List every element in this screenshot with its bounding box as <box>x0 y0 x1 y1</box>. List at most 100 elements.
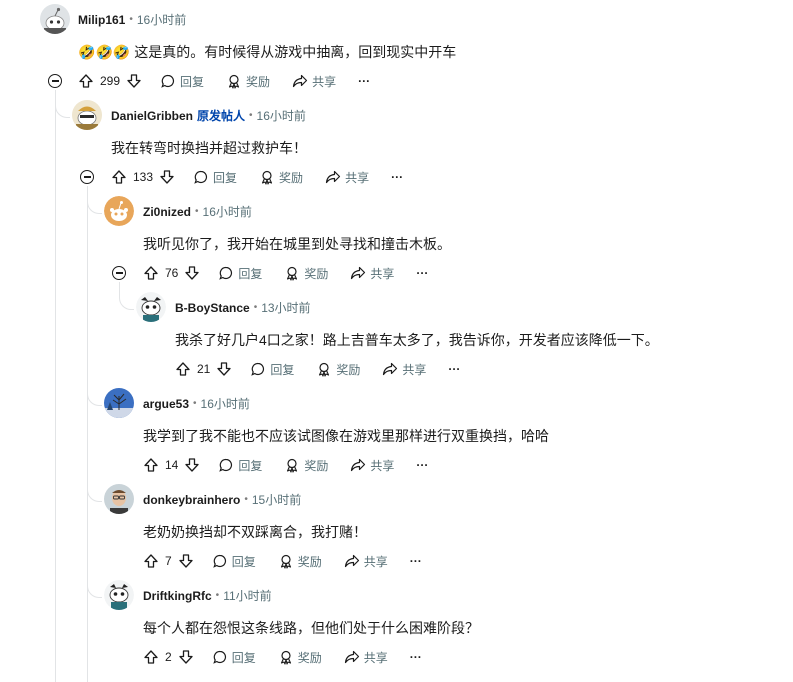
award-label: 奖励 <box>304 266 329 281</box>
share-button[interactable]: 共享 <box>350 457 394 474</box>
username[interactable]: Milip161 <box>78 13 125 27</box>
upvote-button[interactable] <box>143 265 159 281</box>
snoo-avatar-icon <box>104 196 134 226</box>
avatar[interactable] <box>104 484 134 514</box>
more-options-button[interactable]: ··· <box>416 458 428 472</box>
thread-line-level2 <box>119 282 120 296</box>
avatar[interactable] <box>104 580 134 610</box>
downvote-button[interactable] <box>178 553 194 569</box>
username[interactable]: argue53 <box>143 397 189 411</box>
thread-elbow <box>87 199 102 214</box>
more-options-button[interactable]: ··· <box>391 170 403 184</box>
share-button[interactable]: 共享 <box>344 649 388 666</box>
award-button[interactable]: 奖励 <box>259 169 303 186</box>
username[interactable]: donkeybrainhero <box>143 493 240 507</box>
share-button[interactable]: 共享 <box>292 73 336 90</box>
collapse-button[interactable] <box>80 170 94 184</box>
vote-count: 2 <box>165 650 172 664</box>
downvote-icon <box>127 74 141 88</box>
upvote-button[interactable] <box>78 73 94 89</box>
share-button[interactable]: 共享 <box>344 553 388 570</box>
downvote-button[interactable] <box>184 457 200 473</box>
reply-button[interactable]: 回复 <box>193 169 237 186</box>
more-options-button[interactable]: ··· <box>448 362 460 376</box>
vote-count: 21 <box>197 362 211 376</box>
avatar[interactable] <box>104 388 134 418</box>
upvote-button[interactable] <box>143 649 159 665</box>
share-arrow-icon <box>344 650 359 664</box>
award-button[interactable]: 奖励 <box>278 553 322 570</box>
award-label: 奖励 <box>336 362 361 377</box>
more-options-button[interactable]: ··· <box>410 650 422 664</box>
downvote-button[interactable] <box>178 649 194 665</box>
reply-label: 回复 <box>213 170 238 185</box>
award-button[interactable]: 奖励 <box>316 361 360 378</box>
upvote-icon <box>176 362 190 376</box>
award-button[interactable]: 奖励 <box>284 457 328 474</box>
share-label: 共享 <box>370 458 395 473</box>
timestamp[interactable]: 15小时前 <box>252 491 301 508</box>
username[interactable]: DriftkingRfc <box>143 589 212 603</box>
timestamp[interactable]: 16小时前 <box>203 203 252 220</box>
downvote-icon <box>185 266 200 280</box>
upvote-button[interactable] <box>143 457 159 473</box>
award-icon <box>319 362 330 377</box>
more-options-button[interactable]: ··· <box>410 554 422 568</box>
comment-meta: argue53 • 16小时前 <box>143 395 250 412</box>
username[interactable]: Zi0nized <box>143 205 191 219</box>
timestamp[interactable]: 16小时前 <box>201 395 250 412</box>
reply-button[interactable]: 回复 <box>250 361 294 378</box>
award-button[interactable]: 奖励 <box>226 73 270 90</box>
share-label: 共享 <box>402 362 427 377</box>
downvote-button[interactable] <box>159 169 175 185</box>
share-label: 共享 <box>363 650 388 665</box>
avatar[interactable] <box>40 4 70 34</box>
reply-button[interactable]: 回复 <box>212 553 256 570</box>
upvote-icon <box>144 650 158 664</box>
comment-bubble-icon <box>212 650 226 664</box>
reply-button[interactable]: 回复 <box>160 73 204 90</box>
timestamp[interactable]: 16小时前 <box>257 107 306 124</box>
award-button[interactable]: 奖励 <box>284 265 328 282</box>
share-button[interactable]: 共享 <box>382 361 426 378</box>
timestamp[interactable]: 11小时前 <box>223 587 271 604</box>
timestamp[interactable]: 13小时前 <box>261 299 310 316</box>
share-arrow-icon <box>325 170 341 184</box>
avatar[interactable] <box>136 292 166 322</box>
comment-body: 我听见你了，我开始在城里到处寻找和撞击木板。 <box>143 236 451 252</box>
share-button[interactable]: 共享 <box>350 265 394 282</box>
more-options-button[interactable]: ··· <box>416 266 428 280</box>
separator-dot: • <box>195 206 199 217</box>
more-options-button[interactable]: ··· <box>358 74 370 88</box>
upvote-button[interactable] <box>111 169 127 185</box>
upvote-button[interactable] <box>175 361 191 377</box>
upvote-button[interactable] <box>143 553 159 569</box>
award-button[interactable]: 奖励 <box>278 649 322 666</box>
downvote-button[interactable] <box>126 73 142 89</box>
emoji-rofl: 🤣 <box>112 44 131 60</box>
username[interactable]: DanielGribben <box>111 109 193 123</box>
collapse-button[interactable] <box>48 74 62 88</box>
landscape-avatar-icon <box>104 388 134 418</box>
reply-label: 回复 <box>238 266 263 281</box>
timestamp[interactable]: 16小时前 <box>137 11 186 28</box>
comment-bubble-icon <box>194 170 208 184</box>
downvote-button[interactable] <box>216 361 232 377</box>
share-arrow-icon <box>292 74 308 88</box>
thread-elbow <box>119 295 134 310</box>
share-button[interactable]: 共享 <box>325 169 369 186</box>
username[interactable]: B-BoyStance <box>175 301 250 315</box>
avatar[interactable] <box>104 196 134 226</box>
share-arrow-icon <box>344 554 359 568</box>
award-label: 奖励 <box>297 650 322 665</box>
snoo-avatar-icon <box>104 580 134 610</box>
reply-button[interactable]: 回复 <box>218 457 262 474</box>
downvote-button[interactable] <box>184 265 200 281</box>
comment-bubble-icon <box>219 266 233 280</box>
snoo-avatar-icon <box>72 100 102 130</box>
reply-button[interactable]: 回复 <box>212 649 256 666</box>
avatar[interactable] <box>72 100 102 130</box>
more-dots-icon: ··· <box>391 170 404 184</box>
collapse-button[interactable] <box>112 266 126 280</box>
reply-button[interactable]: 回复 <box>218 265 262 282</box>
